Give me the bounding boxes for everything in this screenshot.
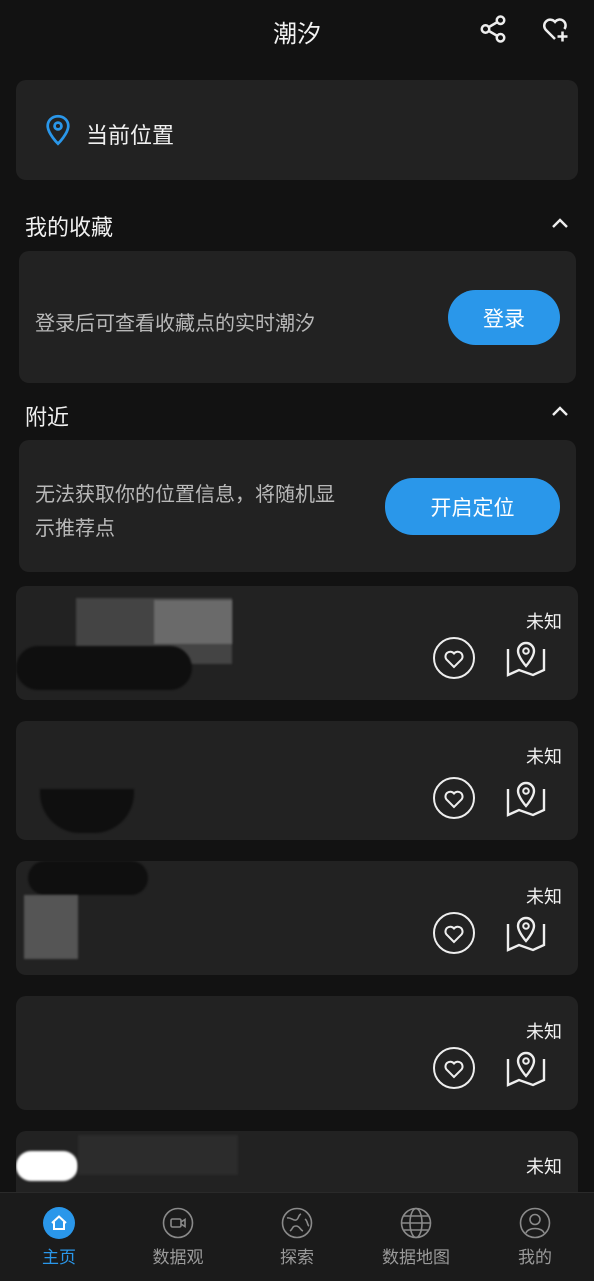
favorites-card: 登录后可查看收藏点的实时潮汐 登录 [19,251,576,383]
heart-plus-icon[interactable] [540,14,570,44]
redacted-detail [16,646,192,690]
station-card[interactable]: 未知 [16,861,578,975]
nav-data-map[interactable]: 数据地图 [357,1193,475,1281]
chevron-up-icon[interactable] [548,212,572,236]
favorite-heart-icon[interactable] [433,637,475,679]
station-card[interactable]: 未知 [16,586,578,700]
enable-location-button[interactable]: 开启定位 [385,478,560,535]
station-card[interactable]: 未知 [16,1131,578,1192]
nearby-section-title: 附近 [25,406,70,431]
nav-explore[interactable]: 探索 [238,1193,356,1281]
redacted-name [28,861,148,895]
map-pin-icon[interactable] [504,775,548,819]
redacted-name [16,1151,78,1181]
nearby-message-line2: 示推荐点 [35,516,115,540]
camera-icon [162,1207,194,1239]
station-status: 未知 [526,1157,562,1178]
home-icon [43,1207,75,1239]
location-pin-icon [46,114,70,146]
nav-data-view[interactable]: 数据观 [119,1193,237,1281]
login-button[interactable]: 登录 [448,290,560,345]
redacted-name [78,1135,238,1175]
favorite-heart-icon[interactable] [433,912,475,954]
favorites-section-title: 我的收藏 [25,216,114,241]
nav-label: 我的 [518,1248,552,1268]
current-location-label: 当前位置 [86,124,175,149]
chevron-up-icon[interactable] [548,400,572,424]
nav-label: 探索 [280,1248,314,1268]
share-icon[interactable] [478,14,508,44]
favorite-heart-icon[interactable] [433,1047,475,1089]
redacted-detail [24,895,78,959]
station-status: 未知 [526,747,562,768]
nav-profile[interactable]: 我的 [476,1193,594,1281]
nav-label: 数据观 [152,1248,204,1268]
map-pin-icon[interactable] [504,635,548,679]
map-pin-icon[interactable] [504,910,548,954]
nearby-message-line1: 无法获取你的位置信息，将随机显 [35,482,335,506]
station-card[interactable]: 未知 [16,721,578,840]
redacted-name [154,600,232,644]
bottom-nav: 主页 数据观 探索 数据地图 我的 [0,1192,594,1281]
nearby-card: 无法获取你的位置信息，将随机显 示推荐点 开启定位 [19,440,576,572]
nav-label: 数据地图 [382,1248,450,1268]
station-status: 未知 [526,612,562,633]
current-location-card[interactable]: 当前位置 [16,80,578,180]
world-map-icon [400,1207,432,1239]
favorite-heart-icon[interactable] [433,777,475,819]
nav-home[interactable]: 主页 [0,1193,118,1281]
station-status: 未知 [526,1022,562,1043]
station-card[interactable]: 未知 [16,996,578,1110]
top-bar: 潮汐 [0,0,594,64]
favorites-login-message: 登录后可查看收藏点的实时潮汐 [35,311,315,335]
map-pin-icon[interactable] [504,1045,548,1089]
profile-icon [519,1207,551,1239]
globe-icon [281,1207,313,1239]
redacted-detail [40,789,134,833]
nav-label: 主页 [42,1248,76,1268]
station-status: 未知 [526,887,562,908]
